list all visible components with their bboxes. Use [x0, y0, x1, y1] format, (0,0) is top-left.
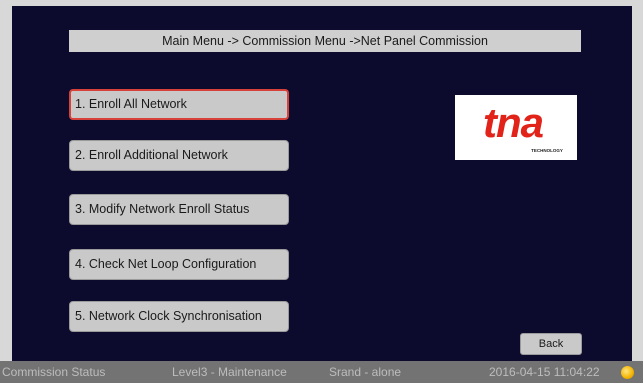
network-clock-synchronisation-button[interactable]: 5. Network Clock Synchronisation	[69, 301, 289, 332]
device-frame: Main Menu -> Commission Menu ->Net Panel…	[0, 0, 643, 383]
access-level-text: Level3 - Maintenance	[172, 365, 287, 379]
check-net-loop-configuration-button[interactable]: 4. Check Net Loop Configuration	[69, 249, 289, 280]
tna-logo: tna TECHNOLOGY	[455, 95, 577, 160]
svg-text:tna: tna	[483, 99, 544, 146]
enroll-additional-network-button[interactable]: 2. Enroll Additional Network	[69, 140, 289, 171]
back-button[interactable]: Back	[520, 333, 582, 355]
breadcrumb: Main Menu -> Commission Menu ->Net Panel…	[69, 30, 581, 52]
svg-text:TECHNOLOGY: TECHNOLOGY	[531, 148, 563, 153]
panel-mode-text: Srand - alone	[329, 365, 402, 379]
commission-status-text: Commission Status	[2, 365, 106, 379]
datetime-text: 2016-04-15 11:04:22	[489, 365, 600, 379]
panel-screen: Main Menu -> Commission Menu ->Net Panel…	[12, 6, 632, 361]
enroll-all-network-button[interactable]: 1. Enroll All Network	[69, 89, 289, 120]
status-bar: Commission Status Level3 - Maintenance S…	[0, 361, 643, 383]
status-lamp-icon	[621, 366, 634, 379]
modify-network-enroll-status-button[interactable]: 3. Modify Network Enroll Status	[69, 194, 289, 225]
